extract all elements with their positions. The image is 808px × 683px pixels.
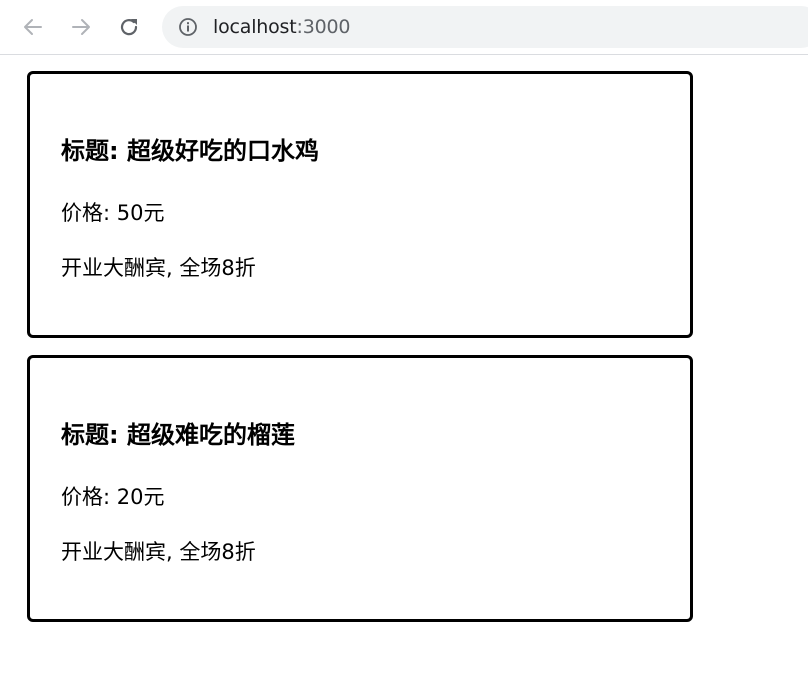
url-text[interactable]: localhost:3000 xyxy=(213,16,350,38)
card-promo: 开业大酬宾, 全场8折 xyxy=(61,256,256,280)
info-icon[interactable] xyxy=(178,17,198,37)
browser-toolbar: localhost:3000 xyxy=(0,0,808,55)
card-title: 标题: 超级好吃的口水鸡 xyxy=(61,137,319,165)
arrow-right-icon xyxy=(72,19,90,35)
product-card: 标题: 超级好吃的口水鸡 价格: 50元 开业大酬宾, 全场8折 xyxy=(27,71,693,338)
reload-button[interactable] xyxy=(111,9,147,45)
url-host: localhost xyxy=(213,16,297,38)
back-button[interactable] xyxy=(15,9,51,45)
url-port: :3000 xyxy=(296,16,351,38)
reload-icon xyxy=(120,19,138,36)
address-bar[interactable]: localhost:3000 xyxy=(162,6,808,48)
forward-button[interactable] xyxy=(63,9,99,45)
card-title: 标题: 超级难吃的榴莲 xyxy=(61,421,295,449)
card-price: 价格: 20元 xyxy=(61,485,165,509)
product-card: 标题: 超级难吃的榴莲 价格: 20元 开业大酬宾, 全场8折 xyxy=(27,355,693,622)
card-price: 价格: 50元 xyxy=(61,201,165,225)
card-promo: 开业大酬宾, 全场8折 xyxy=(61,540,256,564)
arrow-left-icon xyxy=(24,19,42,35)
